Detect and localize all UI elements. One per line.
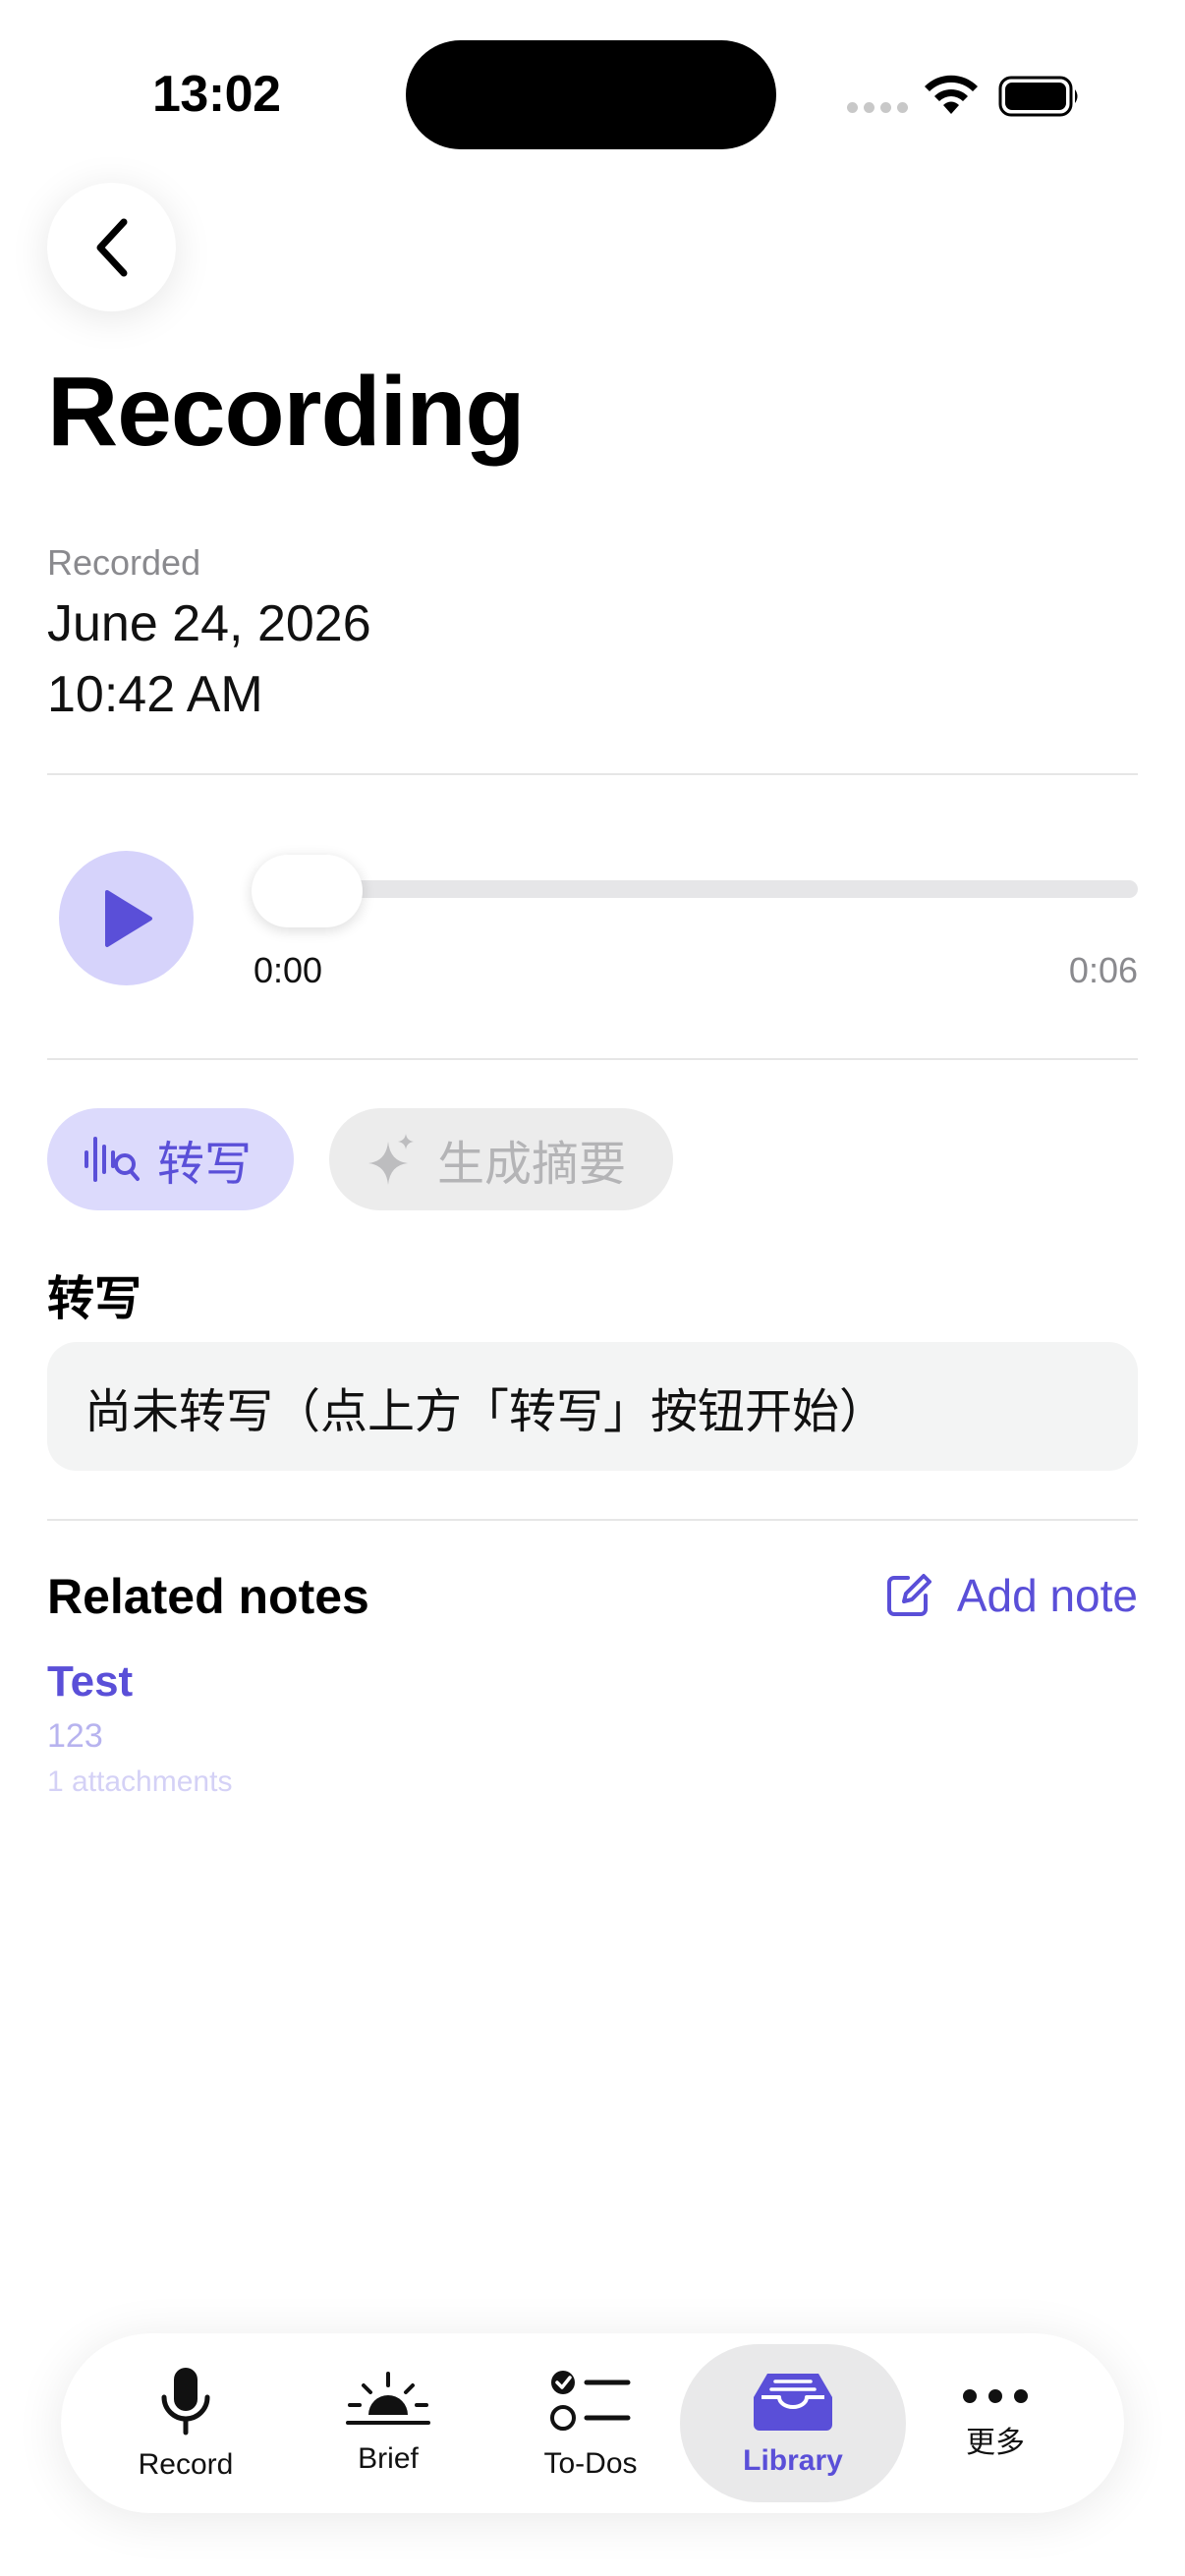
play-icon — [104, 889, 152, 947]
add-note-button[interactable]: Add note — [884, 1569, 1138, 1622]
back-button[interactable] — [47, 183, 176, 311]
playback-track[interactable] — [254, 880, 1138, 898]
transcript-heading: 转写 — [47, 1273, 142, 1325]
generate-summary-button[interactable]: 生成摘要 — [329, 1108, 673, 1210]
divider — [47, 773, 1138, 775]
battery-icon — [998, 76, 1078, 117]
compose-icon — [886, 1574, 931, 1616]
related-notes-heading: Related notes — [47, 1569, 369, 1624]
more-icon — [963, 2388, 1028, 2403]
tab-bar: Record Brief To-Dos Library 更多 — [61, 2333, 1124, 2513]
page-title: Recording — [47, 357, 525, 467]
wifi-icon — [925, 75, 978, 114]
note-subtitle: 123 — [47, 1717, 103, 1755]
tab-label: Brief — [358, 2441, 419, 2475]
status-time: 13:02 — [152, 66, 281, 123]
summary-label: 生成摘要 — [437, 1139, 627, 1191]
mic-icon — [161, 2367, 210, 2435]
cellular-signal-icon — [847, 102, 908, 113]
divider — [47, 1519, 1138, 1521]
tab-more[interactable]: 更多 — [897, 2333, 1094, 2513]
play-button[interactable] — [59, 851, 194, 985]
tab-record[interactable]: Record — [87, 2333, 284, 2513]
sunrise-icon — [346, 2371, 430, 2425]
waveform-search-icon — [85, 1137, 140, 1182]
playback-scrubber[interactable] — [252, 855, 363, 927]
tab-label: To-Dos — [543, 2446, 638, 2480]
transcribe-label: 转写 — [157, 1139, 253, 1191]
duration: 0:06 — [1068, 950, 1138, 990]
transcript-placeholder: 尚未转写（点上方「转写」按钮开始） — [85, 1385, 887, 1438]
transcribe-button[interactable]: 转写 — [47, 1108, 294, 1210]
checklist-icon — [550, 2370, 631, 2431]
recorded-date: June 24, 2026 — [47, 595, 371, 652]
add-note-label: Add note — [956, 1570, 1138, 1621]
tab-label: 更多 — [966, 2426, 1025, 2459]
divider — [47, 1058, 1138, 1060]
tab-library[interactable]: Library — [680, 2344, 906, 2502]
dynamic-island — [406, 40, 776, 149]
recorded-label: Recorded — [47, 542, 201, 583]
transcript-box: 尚未转写（点上方「转写」按钮开始） — [47, 1342, 1138, 1471]
recorded-time: 10:42 AM — [47, 666, 263, 723]
tab-todos[interactable]: To-Dos — [492, 2333, 689, 2513]
chevron-left-icon — [96, 218, 127, 276]
note-title[interactable]: Test — [47, 1657, 133, 1707]
note-attachments: 1 attachments — [47, 1765, 233, 1798]
tab-brief[interactable]: Brief — [290, 2333, 486, 2513]
tab-label: Record — [138, 2447, 234, 2481]
current-time: 0:00 — [254, 950, 323, 990]
sparkles-icon — [368, 1134, 414, 1185]
tray-icon — [754, 2373, 832, 2431]
tab-label: Library — [743, 2443, 843, 2477]
